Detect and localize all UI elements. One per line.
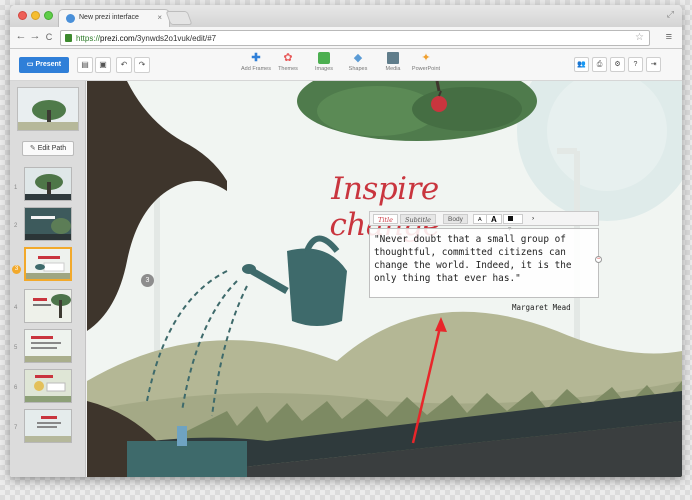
active-step-badge: 3: [12, 265, 21, 274]
text-format-bar: Title Subtitle Body A A ▾ ›: [369, 211, 599, 233]
add-frames-label: Add Frames: [241, 66, 271, 72]
step-2-art: [25, 208, 71, 240]
quote-author[interactable]: Margaret Mead: [512, 303, 571, 312]
text-editor[interactable]: Title Subtitle Body A A ▾ › "Never doubt…: [369, 211, 599, 311]
step-number: 7: [14, 425, 18, 431]
images-button[interactable]: Images: [306, 52, 342, 72]
step-number: 1: [14, 185, 18, 191]
file-icon[interactable]: ▤: [77, 57, 93, 73]
edit-path-label: Edit Path: [37, 145, 67, 152]
overview-thumbnail[interactable]: [17, 87, 79, 131]
forward-icon[interactable]: →: [28, 30, 42, 42]
step-number: 6: [14, 385, 18, 391]
undo-icon[interactable]: ↶: [116, 57, 132, 73]
present-button[interactable]: ▭ Present: [19, 57, 69, 73]
print-icon[interactable]: ⎙: [592, 57, 607, 72]
subtitle-style-button[interactable]: Subtitle: [400, 214, 437, 224]
shapes-label: Shapes: [348, 66, 368, 72]
path-step-thumbnail[interactable]: [24, 369, 72, 403]
fullscreen-icon[interactable]: ⤢: [667, 9, 674, 20]
url-text: https://prezi.com/3ynwds2o1vuk/edit/#7: [76, 34, 217, 43]
shapes-button[interactable]: ◆ Shapes: [340, 52, 376, 72]
share-users-icon[interactable]: 👥: [574, 57, 589, 72]
quote-text-box[interactable]: "Never doubt that a small group of thoug…: [369, 228, 599, 298]
step-number: 4: [14, 305, 18, 311]
browser-navbar: ← → C https://prezi.com/3ynwds2o1vuk/edi…: [10, 27, 682, 49]
powerpoint-button[interactable]: ✦ PowerPoint: [408, 52, 444, 72]
edit-path-button[interactable]: ✎ Edit Path: [22, 141, 74, 156]
body-style-button[interactable]: Body: [443, 214, 468, 224]
step-5-art: [25, 330, 71, 362]
save-icon[interactable]: ▣: [95, 57, 111, 73]
decrease-font-button[interactable]: A: [473, 214, 487, 224]
step-number: 2: [14, 223, 18, 229]
plus-icon: ✚: [251, 52, 261, 64]
close-window-icon[interactable]: [18, 11, 27, 20]
powerpoint-label: PowerPoint: [411, 66, 441, 72]
step-6-art: [25, 370, 71, 402]
media-label: Media: [385, 66, 401, 72]
image-icon: [318, 52, 330, 64]
path-step-thumbnail[interactable]: [24, 289, 72, 323]
media-button[interactable]: Media: [375, 52, 411, 72]
quote-text[interactable]: "Never doubt that a small group of thoug…: [374, 233, 596, 285]
text-color-button[interactable]: ▾: [503, 214, 523, 233]
back-icon[interactable]: ←: [14, 30, 28, 42]
frame-number-badge[interactable]: 3: [141, 274, 154, 287]
redo-icon[interactable]: ↷: [134, 57, 150, 73]
prezi-favicon-icon: [66, 14, 75, 23]
path-step-thumbnail-active[interactable]: [24, 247, 72, 281]
increase-font-button[interactable]: A: [486, 214, 502, 224]
prezi-canvas[interactable]: Inspire change 3 Title Subtitle Body A A…: [87, 81, 682, 477]
themes-button[interactable]: ✿ Themes: [270, 52, 306, 72]
palette-icon: ✿: [283, 52, 293, 64]
exit-icon[interactable]: ⇥: [646, 57, 661, 72]
overview-thumbnail-art: [18, 88, 78, 130]
step-number: 5: [14, 345, 18, 351]
address-bar[interactable]: https://prezi.com/3ynwds2o1vuk/edit/#7 ☆: [60, 30, 650, 46]
minimize-window-icon[interactable]: [31, 11, 40, 20]
more-options-icon[interactable]: ›: [528, 214, 538, 224]
path-step-thumbnail[interactable]: [24, 409, 72, 443]
maximize-window-icon[interactable]: [44, 11, 53, 20]
path-step-thumbnail[interactable]: [24, 207, 72, 241]
film-icon: [387, 52, 399, 64]
browser-tab[interactable]: New prezi interface ×: [58, 9, 170, 27]
path-step-thumbnail[interactable]: [24, 167, 72, 201]
tab-close-icon[interactable]: ×: [157, 13, 162, 22]
step-4-art: [25, 290, 71, 322]
add-frames-button[interactable]: ✚ Add Frames: [238, 52, 274, 72]
step-1-art: [25, 168, 71, 200]
tab-title: New prezi interface: [79, 14, 139, 21]
text-resize-handle[interactable]: −: [595, 256, 602, 263]
reload-icon[interactable]: C: [42, 32, 56, 42]
step-3-art: [26, 249, 70, 279]
images-label: Images: [314, 66, 334, 72]
bookmark-star-icon[interactable]: ☆: [635, 32, 644, 43]
browser-menu-icon[interactable]: ≡: [666, 31, 672, 43]
settings-gear-icon[interactable]: ⚙: [610, 57, 625, 72]
pencil-icon: ✎: [29, 145, 38, 152]
step-7-art: [25, 410, 71, 442]
prezi-toolbar: ▭ Present ▤ ▣ ↶ ↷ ✚ Add Frames ✿ Themes …: [10, 49, 682, 81]
path-sidebar: ✎ Edit Path 1 2 3 4 5 6 7: [10, 81, 86, 477]
lock-icon: [65, 34, 72, 42]
color-swatch-icon: [508, 216, 513, 221]
themes-label: Themes: [278, 66, 298, 72]
new-tab-button[interactable]: [165, 11, 193, 25]
browser-titlebar: New prezi interface × ⤢: [10, 5, 682, 27]
path-step-thumbnail[interactable]: [24, 329, 72, 363]
powerpoint-icon: ✦: [421, 52, 431, 64]
title-style-button[interactable]: Title: [373, 214, 398, 224]
help-icon[interactable]: ?: [628, 57, 643, 72]
browser-window: New prezi interface × ⤢ ← → C https://pr…: [10, 5, 682, 477]
present-label: Present: [35, 61, 62, 68]
shapes-icon: ◆: [353, 52, 363, 64]
